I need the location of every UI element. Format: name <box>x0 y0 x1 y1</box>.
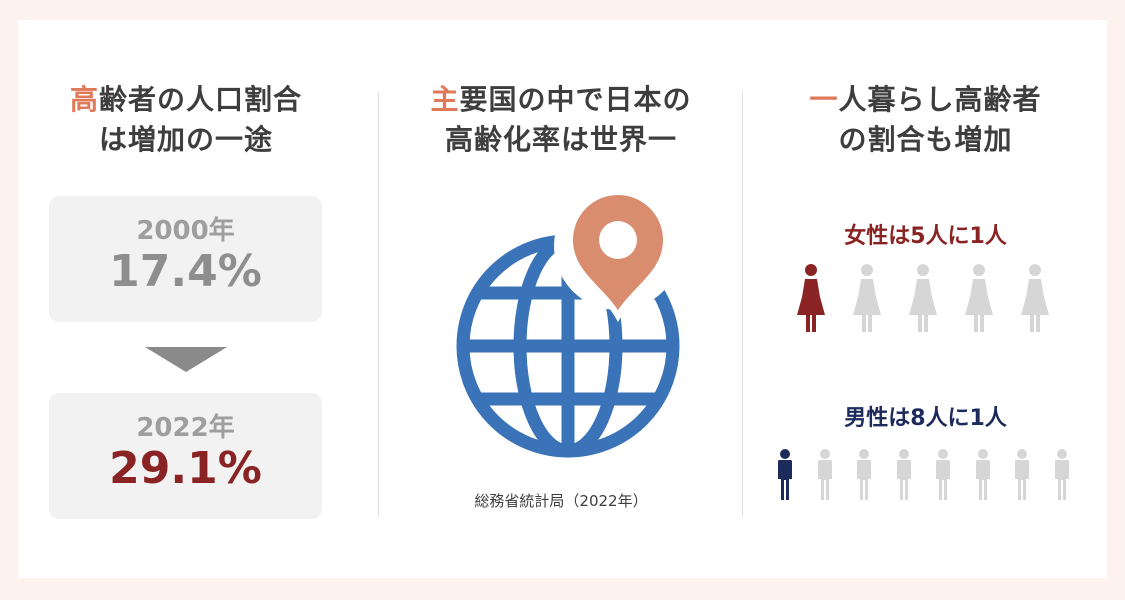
man-icon <box>816 449 834 505</box>
source-credit: 総務省統計局（2022年） <box>474 492 648 510</box>
column-living-alone: 一人暮らし高齢者 の割合も増加 女性は5人に1人 男性は8人に1人 <box>744 20 1107 500</box>
men-figure-row <box>776 449 1096 505</box>
stat-value: 17.4% <box>109 246 262 297</box>
column-heading: 主要国の中で日本の 高齢化率は世界一 <box>380 80 742 160</box>
man-icon <box>1053 449 1071 505</box>
infographic-card: 高齢者の人口割合 は増加の一途 2000年 17.4% 2022年 29.1% … <box>18 20 1107 578</box>
stat-box-2000: 2000年 17.4% <box>49 196 322 322</box>
heading-accent-char: 主 <box>430 83 460 116</box>
stat-year: 2000年 <box>136 216 235 246</box>
stat-value: 29.1% <box>109 443 262 494</box>
man-icon <box>934 449 952 505</box>
man-icon <box>1013 449 1031 505</box>
woman-icon <box>906 263 940 337</box>
man-icon <box>895 449 913 505</box>
column-population-ratio: 高齢者の人口割合 は増加の一途 2000年 17.4% 2022年 29.1% <box>18 20 354 519</box>
down-arrow-icon <box>145 347 227 372</box>
column-heading: 一人暮らし高齢者 の割合も増加 <box>744 80 1107 160</box>
man-icon <box>974 449 992 505</box>
heading-line1: 要国の中で日本の <box>459 83 692 116</box>
globe-with-pin-illustration <box>456 188 682 458</box>
women-ratio-label: 女性は5人に1人 <box>844 224 1007 249</box>
heading-line2: は増加の一途 <box>98 123 273 156</box>
column-aging-rate: 主要国の中で日本の 高齢化率は世界一 総務省統計局（2022年） <box>380 20 742 510</box>
heading-line2: の割合も増加 <box>838 123 1013 156</box>
women-figure-row <box>794 263 1094 338</box>
woman-icon <box>850 263 884 337</box>
heading-line1: 人暮らし高齢者 <box>838 83 1042 116</box>
heading-accent-char: 高 <box>69 83 99 116</box>
column-divider <box>742 92 743 517</box>
man-icon <box>855 449 873 505</box>
heading-line1: 齢者の人口割合 <box>99 83 303 116</box>
heading-line2: 高齢化率は世界一 <box>444 123 677 156</box>
woman-icon <box>962 263 996 337</box>
column-divider <box>378 92 379 517</box>
men-ratio-label: 男性は8人に1人 <box>844 406 1007 431</box>
woman-icon <box>794 263 828 337</box>
man-icon <box>776 449 794 505</box>
stat-box-2022: 2022年 29.1% <box>49 393 322 519</box>
woman-icon <box>1018 263 1052 337</box>
column-heading: 高齢者の人口割合 は増加の一途 <box>18 80 354 160</box>
stat-year: 2022年 <box>136 413 235 443</box>
heading-accent-char: 一 <box>809 83 839 116</box>
